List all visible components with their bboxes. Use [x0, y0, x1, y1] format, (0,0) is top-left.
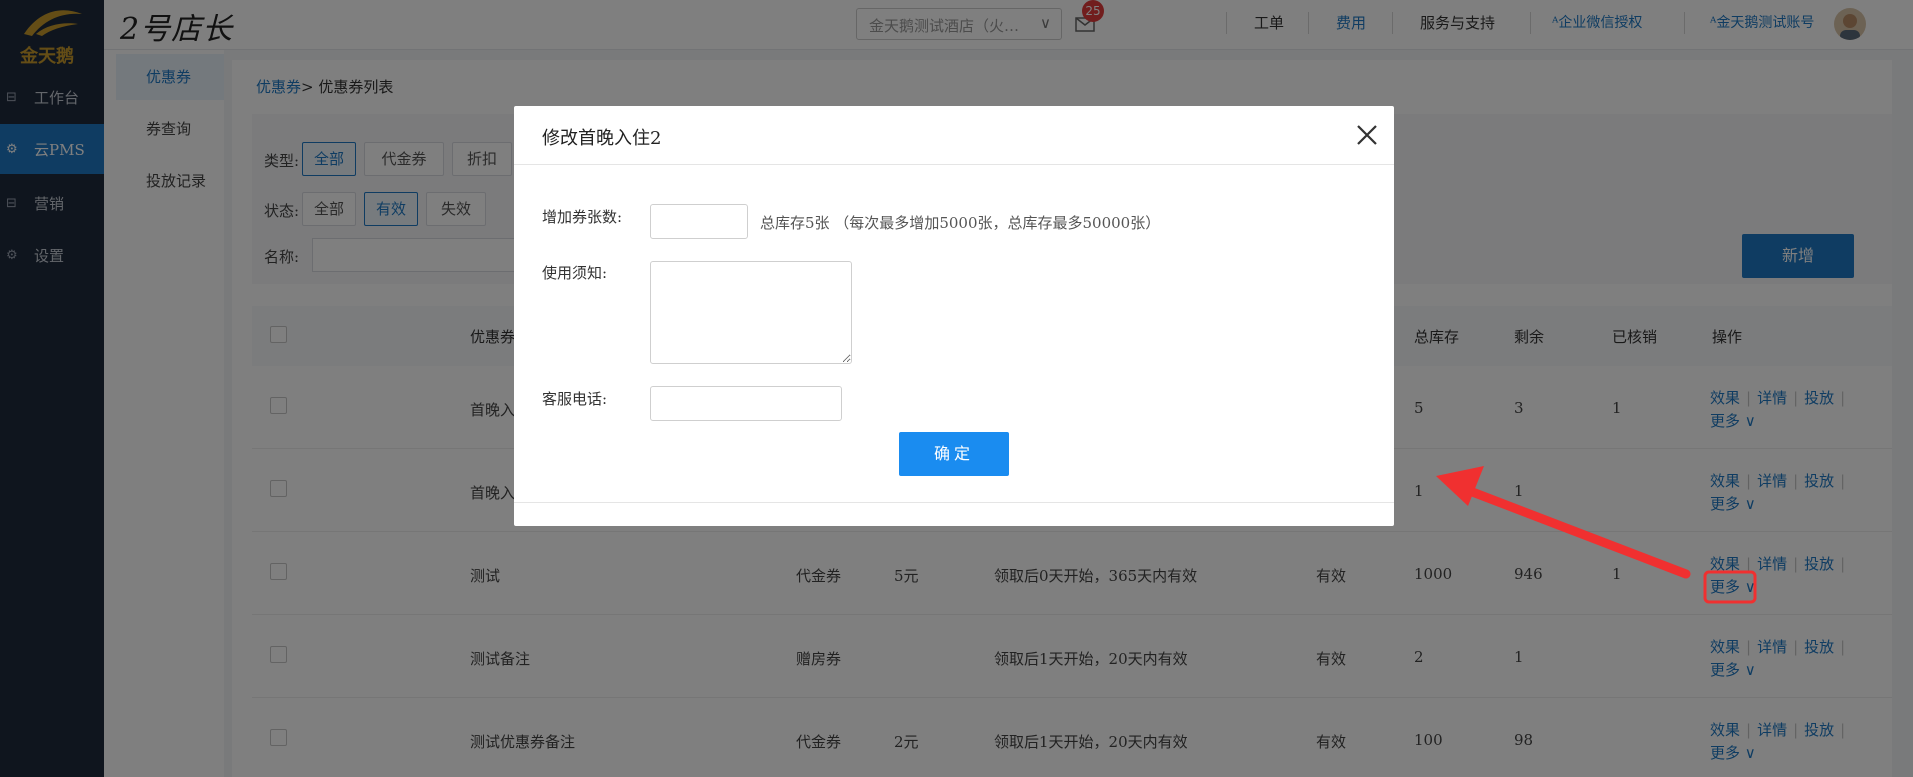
- highlight-box: [1703, 570, 1757, 604]
- red-arrow-icon: [1436, 466, 1691, 579]
- annotation-layer: [1436, 466, 1757, 604]
